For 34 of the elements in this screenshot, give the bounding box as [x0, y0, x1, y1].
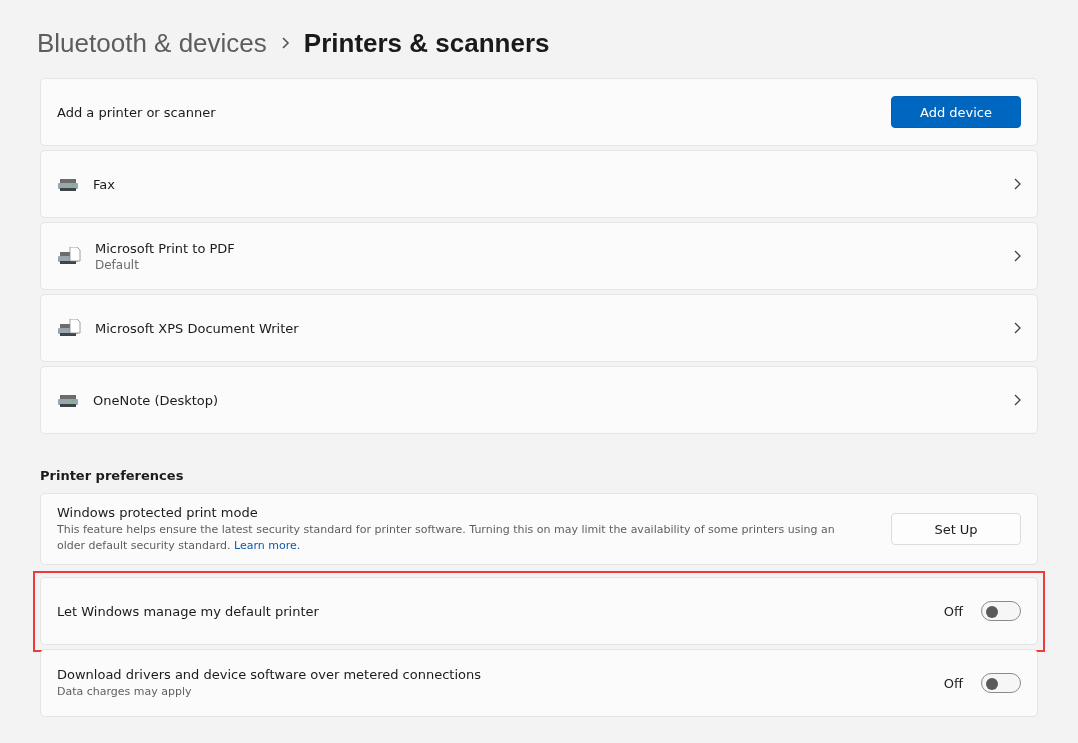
printer-document-icon: [57, 247, 81, 265]
chevron-right-icon: [1013, 322, 1021, 334]
printer-row[interactable]: Microsoft XPS Document Writer: [40, 294, 1038, 362]
setting-label: Let Windows manage my default printer: [57, 603, 320, 619]
set-up-button[interactable]: Set Up: [891, 513, 1021, 545]
setting-label: Add a printer or scanner: [57, 104, 216, 120]
printer-name: Microsoft XPS Document Writer: [95, 320, 300, 336]
toggle-state: Off: [943, 603, 963, 619]
printer-status: Default: [95, 257, 140, 272]
printer-icon: [57, 392, 79, 408]
toggle-state: Off: [943, 675, 963, 691]
chevron-right-icon: [1013, 394, 1021, 406]
chevron-right-icon: [280, 36, 290, 50]
chevron-right-icon: [1013, 250, 1021, 262]
learn-more-link[interactable]: Learn more.: [233, 538, 301, 552]
setting-description: This feature helps ensure the latest security standard for printer software. Turning this on may limit the availability of some printers using an older default security standard. Learn more.: [57, 521, 836, 554]
toggle-switch[interactable]: [981, 673, 1021, 693]
chevron-right-icon: [1013, 178, 1021, 190]
add-device-button[interactable]: Add device: [891, 96, 1021, 128]
printer-row[interactable]: Fax: [40, 150, 1038, 218]
setting-label: Windows protected print mode: [57, 504, 259, 520]
setting-description: Data charges may apply: [57, 683, 193, 700]
printer-name: Fax: [93, 176, 116, 192]
breadcrumb-link[interactable]: Bluetooth & devices: [37, 27, 267, 59]
printer-name: OneNote (Desktop): [93, 392, 220, 408]
setting-label: Download drivers and device software over metered connections: [57, 666, 482, 682]
section-heading: Printer preferences: [40, 468, 185, 483]
printer-icon: [57, 176, 79, 192]
printer-name: Microsoft Print to PDF: [95, 240, 236, 256]
printer-document-icon: [57, 319, 81, 337]
printer-row[interactable]: OneNote (Desktop): [40, 366, 1038, 434]
toggle-switch[interactable]: [981, 601, 1021, 621]
printer-row[interactable]: Microsoft Print to PDF Default: [40, 222, 1038, 290]
page-title: Printers & scanners: [303, 27, 550, 59]
